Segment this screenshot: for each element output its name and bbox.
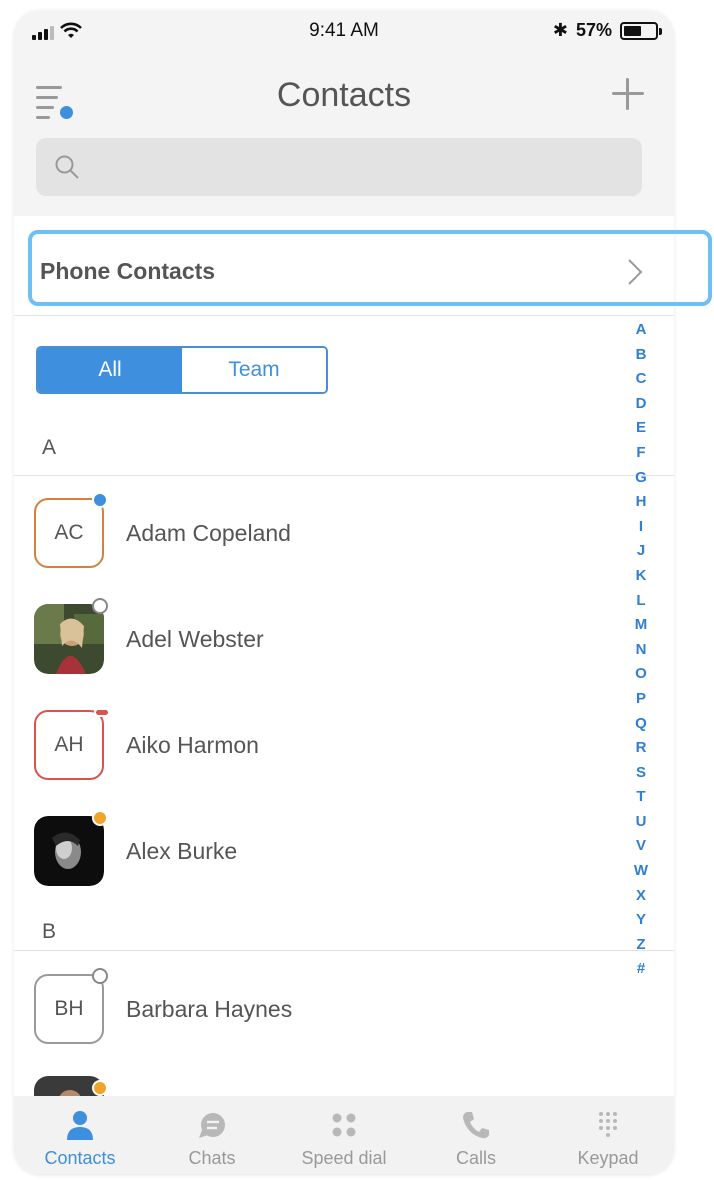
chat-icon bbox=[199, 1113, 225, 1138]
avatar: AC bbox=[34, 498, 104, 568]
tab-label: Keypad bbox=[577, 1148, 639, 1168]
status-available-badge bbox=[92, 492, 108, 508]
contact-item-partial[interactable] bbox=[34, 1076, 594, 1096]
tab-label: Calls bbox=[455, 1148, 496, 1168]
alphabet-index-letter[interactable]: B bbox=[630, 343, 652, 368]
tab-label: Speed dial bbox=[301, 1148, 387, 1168]
filter-segmented-control: All Team bbox=[36, 346, 328, 394]
tab-label: Chats bbox=[188, 1148, 236, 1168]
bluetooth-icon: ✱ bbox=[552, 20, 568, 40]
avatar: AH bbox=[34, 710, 104, 780]
alphabet-index-letter[interactable]: N bbox=[630, 638, 652, 663]
status-away-badge bbox=[92, 1080, 108, 1096]
contact-item[interactable]: BH Barbara Haynes bbox=[34, 968, 594, 1046]
alphabet-index-letter[interactable]: H bbox=[630, 490, 652, 515]
tab-keypad[interactable]: Keypad bbox=[542, 1096, 674, 1174]
alphabet-index-letter[interactable]: T bbox=[630, 785, 652, 810]
keypad-icon bbox=[599, 1112, 617, 1137]
alphabet-index-letter[interactable]: Y bbox=[630, 908, 652, 933]
contact-item[interactable]: AC Adam Copeland bbox=[34, 492, 594, 570]
tab-bar: Contacts Chats Speed dial Calls Keypad bbox=[14, 1096, 674, 1174]
alphabet-index-letter[interactable]: # bbox=[630, 957, 652, 982]
alphabet-index-letter[interactable]: P bbox=[630, 687, 652, 712]
search-input[interactable] bbox=[36, 138, 642, 196]
alphabet-index-letter[interactable]: W bbox=[630, 859, 652, 884]
alphabet-index-letter[interactable]: F bbox=[630, 441, 652, 466]
alphabet-index-letter[interactable]: L bbox=[630, 589, 652, 614]
tab-calls[interactable]: Calls bbox=[410, 1096, 542, 1174]
contact-name: Adam Copeland bbox=[126, 520, 291, 546]
status-offline-badge bbox=[92, 968, 108, 984]
avatar-photo bbox=[34, 604, 104, 674]
segment-all[interactable]: All bbox=[38, 348, 182, 392]
phone-contacts-label: Phone Contacts bbox=[40, 258, 216, 284]
alphabet-index-letter[interactable]: A bbox=[630, 318, 652, 343]
battery-icon bbox=[620, 21, 662, 40]
alphabet-index-letter[interactable]: E bbox=[630, 416, 652, 441]
alphabet-index-letter[interactable]: D bbox=[630, 392, 652, 417]
section-header-b: B bbox=[42, 920, 57, 943]
search-icon bbox=[55, 155, 79, 179]
status-right: ✱ 57% bbox=[552, 20, 662, 41]
tab-contacts[interactable]: Contacts bbox=[14, 1096, 146, 1174]
contact-name: Adel Webster bbox=[126, 626, 264, 652]
tab-label: Contacts bbox=[44, 1148, 116, 1168]
tab-speed-dial[interactable]: Speed dial bbox=[278, 1096, 410, 1174]
person-icon bbox=[67, 1111, 93, 1140]
battery-percent: 57% bbox=[575, 20, 612, 40]
page-title: Contacts bbox=[276, 76, 412, 114]
contact-name: Aiko Harmon bbox=[126, 732, 259, 758]
status-bar: 9:41 AM ✱ 57% bbox=[14, 10, 674, 56]
divider bbox=[14, 475, 674, 476]
divider bbox=[14, 950, 674, 951]
section-header-a: A bbox=[42, 436, 57, 459]
status-away-badge bbox=[92, 810, 108, 826]
alphabet-index-letter[interactable]: S bbox=[630, 761, 652, 786]
contact-item[interactable]: Adel Webster bbox=[34, 598, 594, 676]
alphabet-index-letter[interactable]: M bbox=[630, 613, 652, 638]
alphabet-index-letter[interactable]: C bbox=[630, 367, 652, 392]
alphabet-index-letter[interactable]: G bbox=[630, 466, 652, 491]
speed-dial-icon bbox=[332, 1113, 356, 1137]
status-busy-badge bbox=[94, 708, 110, 717]
alphabet-index-letter[interactable]: K bbox=[630, 564, 652, 589]
avatar: BH bbox=[34, 974, 104, 1044]
alphabet-index-letter[interactable]: X bbox=[630, 884, 652, 909]
segment-team[interactable]: Team bbox=[182, 348, 326, 392]
contact-name: Alex Burke bbox=[126, 838, 238, 864]
alphabet-index-letter[interactable]: R bbox=[630, 736, 652, 761]
alphabet-index-letter[interactable]: V bbox=[630, 834, 652, 859]
alphabet-index-letter[interactable]: J bbox=[630, 539, 652, 564]
contact-item[interactable]: AH Aiko Harmon bbox=[34, 708, 594, 782]
add-contact-icon[interactable] bbox=[612, 78, 644, 110]
phone-contacts-row[interactable]: Phone Contacts bbox=[14, 216, 674, 316]
header: 9:41 AM ✱ 57% Contacts bbox=[14, 10, 674, 216]
contact-item[interactable]: Alex Burke bbox=[34, 810, 594, 888]
phone-icon bbox=[463, 1112, 489, 1139]
contact-name: Barbara Haynes bbox=[126, 996, 293, 1022]
status-offline-badge bbox=[92, 598, 108, 614]
alphabet-index[interactable]: A B C D E F G H I J K L M N O P Q R S T U V W X Y Z # bbox=[630, 318, 652, 982]
alphabet-index-letter[interactable]: U bbox=[630, 810, 652, 835]
chevron-right-icon bbox=[628, 259, 643, 285]
phone-screen: 9:41 AM ✱ 57% Contacts Phone Contacts Al… bbox=[14, 10, 674, 1174]
alphabet-index-letter[interactable]: I bbox=[630, 515, 652, 540]
alphabet-index-letter[interactable]: Q bbox=[630, 712, 652, 737]
alphabet-index-letter[interactable]: Z bbox=[630, 933, 652, 958]
tab-chats[interactable]: Chats bbox=[146, 1096, 278, 1174]
avatar-photo bbox=[34, 816, 104, 886]
alphabet-index-letter[interactable]: O bbox=[630, 662, 652, 687]
